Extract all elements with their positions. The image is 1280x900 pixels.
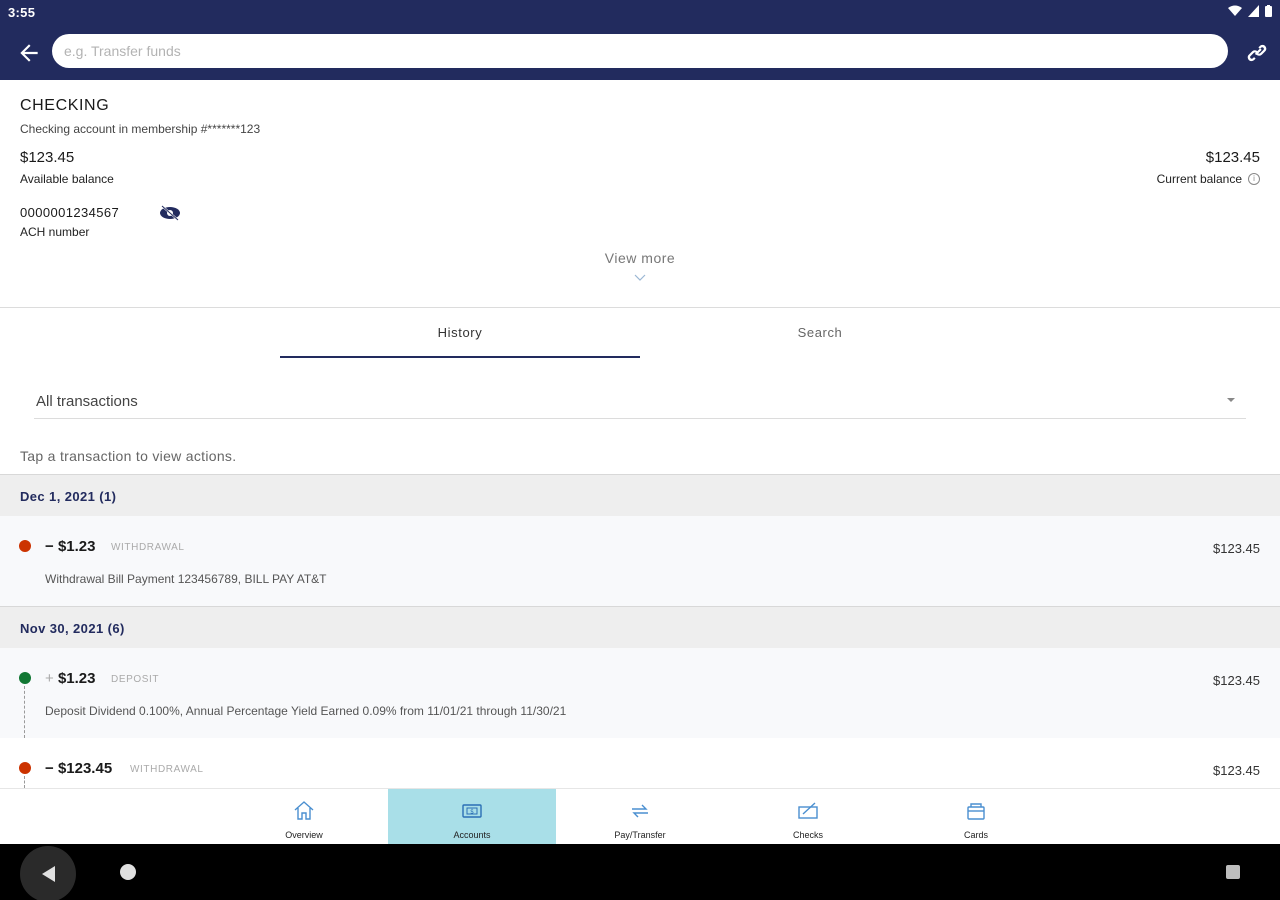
tab-search[interactable]: Search	[640, 310, 1000, 358]
transaction-sign: −	[45, 760, 54, 777]
transaction-description: Withdrawal Bill Payment 123456789, BILL …	[45, 572, 327, 586]
transaction-type: WITHDRAWAL	[130, 764, 204, 775]
history-search-tabs: History Search	[0, 310, 1280, 358]
withdrawal-status-dot	[19, 540, 31, 552]
nav-pay-transfer[interactable]: Pay/Transfer	[556, 789, 724, 845]
date-group-header: Dec 1, 2021 (1)	[0, 474, 1280, 516]
timeline-connector	[24, 686, 25, 738]
transaction-amount-value: $1.23	[57, 670, 96, 687]
hint-text: Tap a transaction to view actions.	[20, 448, 237, 464]
nav-label: Cards	[963, 830, 988, 840]
transaction-amount: + $1.23	[45, 670, 95, 687]
filter-selected-value: All transactions	[36, 393, 138, 410]
ach-number-value: 0000001234567	[20, 205, 120, 220]
transaction-running-balance: $123.45	[1213, 673, 1260, 688]
date-group-label: Nov 30, 2021 (6)	[20, 621, 125, 636]
nav-label: Pay/Transfer	[614, 830, 666, 840]
transaction-amount-value: $1.23	[57, 538, 96, 555]
nav-checks[interactable]: Checks	[724, 789, 892, 845]
current-balance-label-row: Current balance i	[1157, 172, 1260, 186]
nav-accounts[interactable]: $ Accounts	[388, 789, 556, 845]
bottom-navigation: Overview $ Accounts Pay/Transfer Checks …	[0, 788, 1280, 845]
dropdown-caret-icon	[1227, 398, 1235, 402]
withdrawal-status-dot	[19, 762, 31, 774]
available-balance-label: Available balance	[20, 172, 114, 186]
transaction-sign: −	[45, 538, 54, 555]
timeline-connector	[24, 776, 25, 788]
checks-icon	[798, 802, 818, 819]
available-balance-value: $123.45	[20, 149, 75, 166]
hide-eye-icon[interactable]	[158, 203, 182, 223]
nav-overview[interactable]: Overview	[220, 789, 388, 845]
transaction-row[interactable]: − $123.45 WITHDRAWAL $123.45	[0, 738, 1280, 788]
search-input[interactable]	[52, 34, 1228, 68]
transaction-running-balance: $123.45	[1213, 763, 1260, 778]
status-time: 3:55	[8, 5, 36, 20]
transaction-amount-value: $123.45	[57, 760, 113, 777]
account-title: CHECKING	[20, 97, 110, 114]
chevron-down-icon[interactable]	[634, 274, 646, 282]
nav-label: Checks	[792, 830, 823, 840]
nav-cards[interactable]: Cards	[892, 789, 1060, 845]
view-more-link[interactable]: View more	[0, 250, 1280, 266]
nav-label: Accounts	[453, 830, 491, 840]
status-icons	[1228, 5, 1272, 17]
tab-history[interactable]: History	[280, 310, 640, 358]
home-icon	[294, 801, 314, 820]
transaction-row[interactable]: + $1.23 DEPOSIT $123.45 Deposit Dividend…	[0, 648, 1280, 738]
accounts-icon: $	[462, 804, 482, 818]
account-summary-card: CHECKING Checking account in membership …	[0, 80, 1280, 308]
battery-icon	[1265, 5, 1272, 17]
transaction-amount: − $1.23	[45, 538, 95, 555]
svg-text:$: $	[470, 809, 474, 816]
transaction-type: DEPOSIT	[111, 674, 160, 685]
current-balance-value: $123.45	[1205, 149, 1260, 166]
status-bar: 3:55	[0, 0, 1280, 26]
transaction-running-balance: $123.45	[1213, 541, 1260, 556]
wifi-icon	[1228, 5, 1242, 16]
transaction-amount: − $123.45	[45, 760, 112, 777]
nav-label: Overview	[285, 830, 323, 840]
ach-number-label: ACH number	[20, 225, 90, 239]
link-icon[interactable]	[1244, 40, 1270, 66]
app-bar	[0, 26, 1280, 80]
deposit-status-dot	[19, 672, 31, 684]
date-group-label: Dec 1, 2021 (1)	[20, 489, 117, 504]
cards-icon	[967, 803, 985, 820]
back-triangle-icon	[42, 866, 55, 882]
system-home-button[interactable]	[120, 864, 136, 880]
transaction-sign: +	[45, 670, 54, 687]
transaction-row[interactable]: − $1.23 WITHDRAWAL $123.45 Withdrawal Bi…	[0, 516, 1280, 606]
system-navigation-bar	[0, 844, 1280, 900]
current-balance-label: Current balance	[1156, 172, 1242, 186]
transaction-filter-select[interactable]: All transactions	[34, 383, 1246, 419]
transaction-type: WITHDRAWAL	[111, 542, 185, 553]
transaction-description: Deposit Dividend 0.100%, Annual Percenta…	[45, 704, 567, 718]
back-arrow-icon[interactable]	[16, 40, 42, 66]
system-recents-button[interactable]	[1226, 865, 1240, 879]
info-icon[interactable]: i	[1248, 173, 1260, 185]
signal-icon	[1248, 5, 1259, 17]
system-back-button[interactable]	[20, 846, 76, 900]
transfer-icon	[632, 804, 648, 818]
account-subtitle: Checking account in membership #*******1…	[20, 122, 261, 136]
date-group-header: Nov 30, 2021 (6)	[0, 606, 1280, 648]
